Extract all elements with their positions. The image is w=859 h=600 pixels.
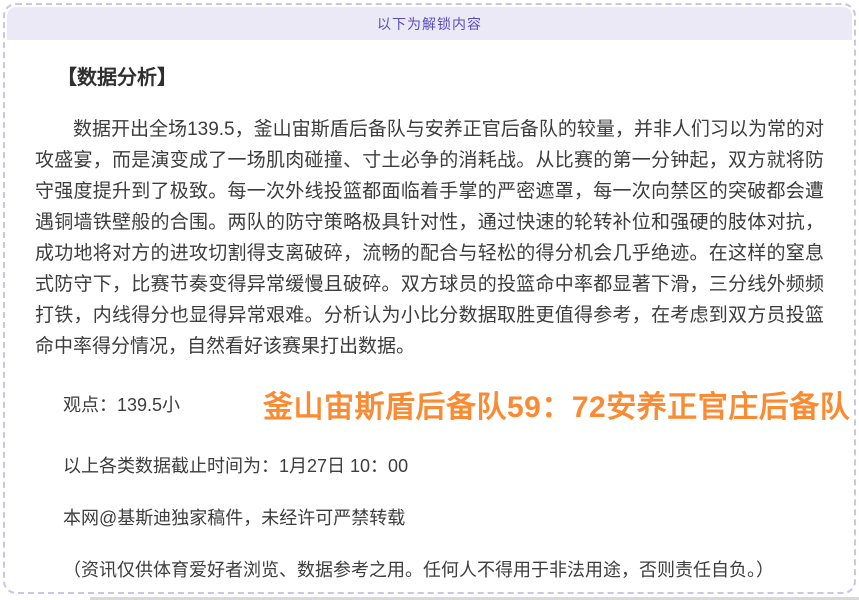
viewpoint-row: 观点：139.5小 釜山宙斯盾后备队59：72安养正官庄后备队: [63, 382, 824, 426]
analysis-paragraph: 数据开出全场139.5，釜山宙斯盾后备队与安养正官后备队的较量，并非人们习以为常…: [35, 114, 824, 362]
page-viewport: 以下为解锁内容 【数据分析】 数据开出全场139.5，釜山宙斯盾后备队与安养正官…: [0, 0, 859, 600]
article-content: 【数据分析】 数据开出全场139.5，釜山宙斯盾后备队与安养正官后备队的较量，并…: [5, 40, 854, 582]
copyright-notice: 本网@基斯迪独家稿件，未经许可严禁转载: [63, 506, 824, 530]
section-title: 【数据分析】: [57, 64, 824, 92]
data-deadline: 以上各类数据截止时间为：1月27日 10：00: [63, 454, 824, 478]
disclaimer: （资讯仅供体育爱好者浏览、数据参考之用。任何人不得用于非法用途，否则责任自负。）: [63, 558, 824, 582]
viewpoint-value: 观点：139.5小: [63, 391, 263, 417]
unlock-banner-label: 以下为解锁内容: [377, 14, 482, 34]
unlocked-content-card: 以下为解锁内容 【数据分析】 数据开出全场139.5，釜山宙斯盾后备队与安养正官…: [3, 3, 856, 594]
prediction-score: 釜山宙斯盾后备队59：72安养正官庄后备队: [263, 382, 850, 426]
unlock-banner: 以下为解锁内容: [7, 7, 852, 40]
